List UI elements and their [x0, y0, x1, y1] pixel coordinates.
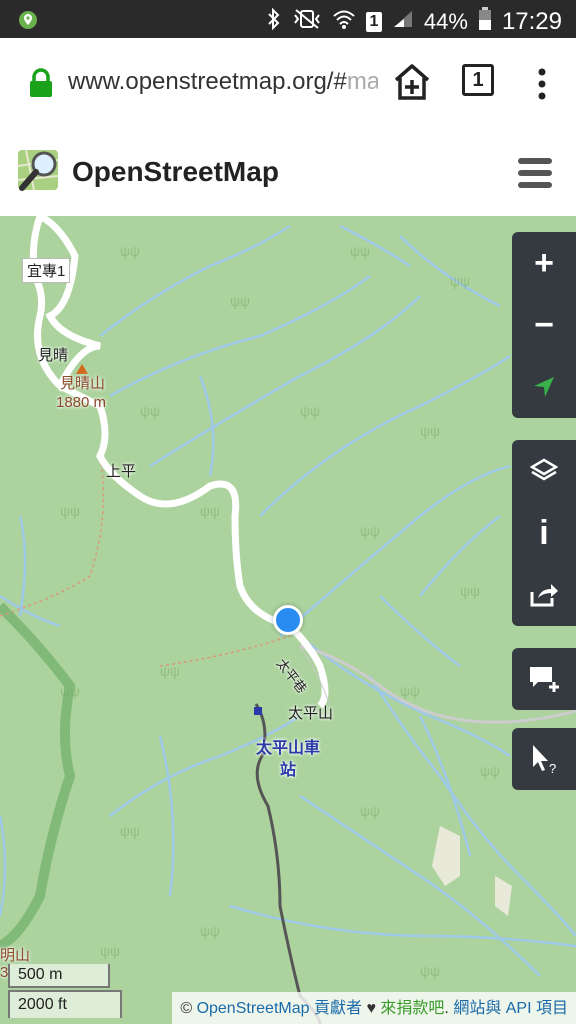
clock: 17:29 [501, 8, 562, 35]
layers-icon [530, 458, 558, 481]
terms-link[interactable]: 網站與 API 項目 [453, 1000, 568, 1017]
contributors-link[interactable]: 貢獻者 [314, 1000, 362, 1017]
trail [0, 455, 291, 667]
tab-count: 1 [472, 69, 484, 91]
wifi-icon [332, 8, 356, 36]
scale-metric: 500 m [8, 964, 110, 988]
browser-toolbar: www.openstreetmap.org/#map 1 [0, 38, 576, 129]
place-label-shangping: 上平 [106, 463, 137, 480]
locate-arrow-icon [534, 377, 554, 397]
svg-text:ψψ: ψψ [480, 763, 500, 779]
add-note-button[interactable] [512, 648, 576, 710]
signal-icon [392, 9, 414, 35]
add-to-home-icon[interactable] [392, 60, 432, 109]
locate-button[interactable] [512, 356, 576, 418]
edge-label-1: 明山 [0, 947, 31, 964]
svg-text:?: ? [549, 761, 556, 775]
url-text: www.openstreetmap.org/# [68, 68, 347, 95]
zoom-in-button[interactable]: + [512, 232, 576, 294]
attribution-bar: © OpenStreetMap 貢獻者 ♥ 來捐款吧. 網站與 API 項目 [172, 992, 576, 1024]
share-icon [530, 584, 558, 607]
svg-text:ψψ: ψψ [120, 823, 140, 839]
osm-link[interactable]: OpenStreetMap [197, 1000, 310, 1017]
route-shield: 宜專1 [22, 258, 71, 283]
svg-text:ψψ: ψψ [360, 523, 380, 539]
lock-icon[interactable] [28, 68, 54, 103]
note-controls [512, 648, 576, 710]
site-title[interactable]: OpenStreetMap [72, 156, 279, 188]
battery-percent: 44% [423, 9, 468, 34]
place-label-taipingshan: 太平山 [288, 705, 334, 722]
vibrate-mute-icon [292, 8, 322, 36]
svg-text:ψψ: ψψ [200, 923, 220, 939]
current-location-marker[interactable] [273, 605, 303, 635]
zoom-controls: + − [512, 232, 576, 418]
battery-icon [478, 7, 492, 37]
svg-text:ψψ: ψψ [120, 243, 140, 259]
park-boundary [0, 602, 76, 951]
svg-text:ψψ: ψψ [60, 503, 80, 519]
clearing-area [495, 876, 512, 916]
query-controls: ? [512, 728, 576, 790]
svg-text:ψψ: ψψ [460, 583, 480, 599]
svg-text:ψψ: ψψ [160, 663, 180, 679]
add-note-icon [530, 667, 559, 692]
copyright-symbol: © [180, 1000, 193, 1017]
map-tools: i [512, 440, 576, 626]
info-icon: i [539, 513, 549, 552]
url-bar[interactable]: www.openstreetmap.org/#map [68, 68, 378, 96]
svg-text:ψψ: ψψ [140, 403, 160, 419]
station-marker [254, 707, 262, 715]
donate-link[interactable]: 來捐款吧 [380, 1000, 444, 1017]
svg-text:ψψ: ψψ [420, 963, 440, 979]
map-canvas[interactable]: ψψ ψψ ψψ ψψ ψψ ψψ ψψ ψψ ψψ ψψ ψψ ψψ ψψ ψψ ψψ ψψ … [0, 216, 576, 1024]
peak-elevation-label: 1880 m [56, 394, 107, 411]
svg-text:ψψ: ψψ [400, 683, 420, 699]
station-label-line2: 站 [280, 762, 297, 779]
browser-menu-icon[interactable] [534, 68, 550, 105]
query-features-button[interactable]: ? [512, 728, 576, 790]
url-fade: map [346, 68, 378, 95]
sim-badge: 1 [365, 12, 382, 32]
clearing-area [432, 826, 460, 886]
bluetooth-icon [266, 7, 282, 36]
station-label-line1: 太平山車 [256, 740, 321, 757]
zoom-in-icon: + [534, 243, 554, 282]
attribution-dot: . [444, 1000, 449, 1017]
svg-text:ψψ: ψψ [360, 803, 380, 819]
site-header: OpenStreetMap [0, 128, 576, 216]
place-label-jianqing: 見晴 [38, 347, 69, 364]
osm-logo-icon[interactable] [16, 146, 66, 199]
tab-switcher-button[interactable]: 1 [462, 64, 494, 96]
heart-icon: ♥ [366, 1000, 376, 1017]
layers-button[interactable] [512, 440, 576, 502]
location-notification-icon [18, 10, 38, 35]
map-key-button[interactable]: i [512, 502, 576, 564]
share-button[interactable] [512, 564, 576, 626]
svg-text:ψψ: ψψ [350, 243, 370, 259]
zoom-out-button[interactable]: − [512, 294, 576, 356]
svg-text:ψψ: ψψ [450, 273, 470, 289]
svg-text:ψψ: ψψ [230, 293, 250, 309]
status-bar: 1 44% 17:29 [0, 0, 576, 38]
svg-text:ψψ: ψψ [300, 403, 320, 419]
zoom-out-icon: − [534, 305, 554, 344]
hamburger-menu-icon[interactable] [518, 158, 554, 193]
svg-text:ψψ: ψψ [100, 943, 120, 959]
query-pointer-icon: ? [533, 745, 556, 775]
peak-name-label: 見晴山 [60, 375, 106, 392]
svg-text:ψψ: ψψ [420, 423, 440, 439]
svg-text:ψψ: ψψ [200, 503, 220, 519]
scale-imperial: 2000 ft [8, 990, 122, 1018]
